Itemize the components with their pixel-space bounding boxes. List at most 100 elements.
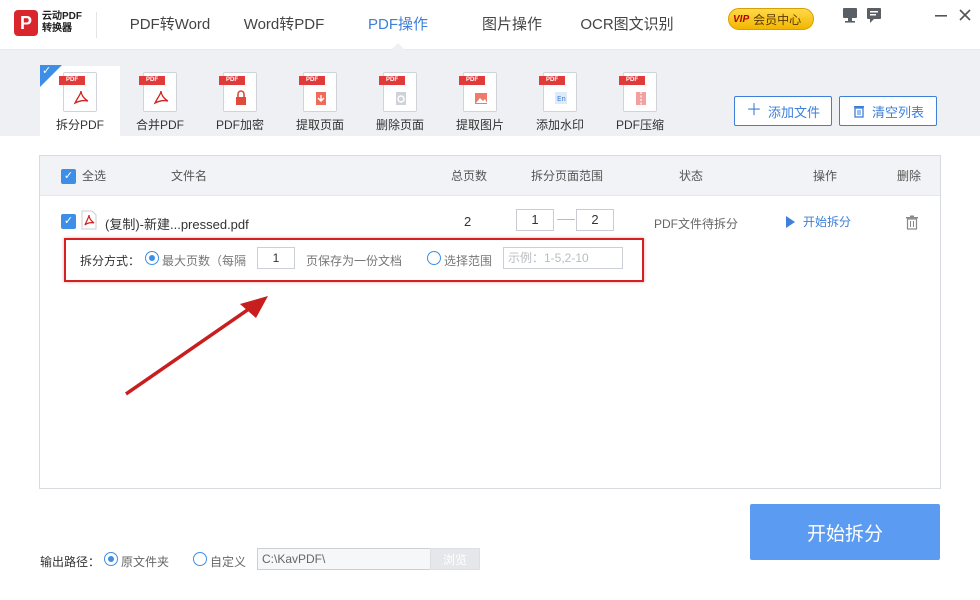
tab-pdf-to-word[interactable]: PDF转Word: [120, 0, 220, 50]
row-pages: 2: [464, 214, 472, 229]
table-header: ✓ 全选 文件名 总页数 拆分页面范围 状态 操作 删除: [40, 156, 940, 196]
pdf-tag: PDF: [619, 76, 645, 85]
pdf-tag: PDF: [59, 76, 85, 85]
watermark-icon: En: [555, 92, 567, 104]
tool-encrypt-pdf[interactable]: PDF PDF加密: [200, 66, 280, 138]
col-status: 状态: [679, 169, 704, 183]
split-pdf-icon: [73, 90, 89, 105]
logo-mark: P: [14, 10, 38, 36]
tab-word-to-pdf[interactable]: Word转PDF: [234, 0, 334, 50]
tool-label: PDF加密: [215, 118, 264, 132]
pdf-document-icon: PDF: [459, 72, 497, 112]
max-pages-label: 最大页数（每隔: [162, 254, 247, 268]
pdf-tag: PDF: [219, 76, 245, 85]
compress-pdf-icon: [636, 92, 646, 105]
tab-pdf-operations[interactable]: PDF操作: [348, 0, 448, 50]
col-filename: 文件名: [171, 169, 208, 183]
pdf-document-icon: PDF En: [539, 72, 577, 112]
select-all-label: 全选: [82, 169, 107, 183]
tab-image-operations[interactable]: 图片操作: [462, 0, 562, 50]
original-folder-label: 原文件夹: [121, 555, 170, 569]
merge-pdf-icon: [153, 90, 169, 105]
tool-label: 添加水印: [535, 118, 584, 132]
pdf-document-icon: PDF: [139, 72, 177, 112]
max-pages-suffix: 页保存为一份文档: [306, 254, 403, 268]
radio-custom-folder[interactable]: [193, 552, 207, 566]
tool-compress-pdf[interactable]: PDF PDF压缩: [600, 66, 680, 138]
tool-extract-image[interactable]: PDF 提取图片: [440, 66, 520, 138]
row-checkbox[interactable]: ✓: [61, 214, 76, 229]
start-split-button[interactable]: 开始拆分: [750, 504, 940, 560]
vip-badge: VIP: [733, 13, 750, 25]
trash-icon: [853, 106, 864, 118]
delete-row-icon[interactable]: [905, 215, 919, 230]
tool-label: 提取页面: [295, 118, 344, 132]
range-from-input[interactable]: 1: [516, 209, 554, 231]
pdf-document-icon: PDF: [379, 72, 417, 112]
message-icon[interactable]: [865, 6, 883, 24]
tool-label: 拆分PDF: [55, 118, 104, 132]
vip-center-button[interactable]: VIP 会员中心: [728, 8, 814, 30]
pdf-file-icon: [81, 210, 97, 230]
divider: [96, 12, 97, 38]
vip-center-label: 会员中心: [753, 12, 802, 27]
pdf-document-icon: PDF: [219, 72, 257, 112]
tool-merge-pdf[interactable]: PDF 合并PDF: [120, 66, 200, 138]
extract-page-icon: [316, 92, 326, 105]
tool-label: 提取图片: [455, 118, 504, 132]
col-action: 操作: [813, 169, 838, 183]
tool-watermark[interactable]: PDF En 添加水印: [520, 66, 600, 138]
pdf-document-icon: PDF: [619, 72, 657, 112]
select-range-label: 选择范围: [444, 254, 493, 268]
col-delete: 删除: [897, 169, 922, 183]
pdf-tag: PDF: [539, 76, 565, 85]
tool-extract-page[interactable]: PDF 提取页面: [280, 66, 360, 138]
plus-icon: ＋: [745, 102, 762, 119]
output-path-label: 输出路径：: [40, 555, 101, 569]
split-mode-label: 拆分方式：: [80, 254, 141, 268]
tab-ocr[interactable]: OCR图文识别: [572, 0, 682, 50]
pdf-document-icon: PDF: [59, 72, 97, 112]
col-range: 拆分页面范围: [531, 169, 604, 183]
encrypt-pdf-icon: [236, 90, 246, 105]
radio-select-range[interactable]: [427, 251, 441, 265]
row-filename: (复制)-新建...pressed.pdf: [105, 217, 249, 232]
top-bar: P 云动PDF 转换器 PDF转Word Word转PDF PDF操作 图片操作…: [0, 0, 980, 50]
output-path-input[interactable]: C:\KavPDF\: [257, 548, 431, 570]
range-input[interactable]: 示例：1-5,2-10: [503, 247, 623, 269]
row-status: PDF文件待拆分: [654, 217, 739, 231]
app-logo: P 云动PDF 转换器: [14, 10, 82, 36]
logo-line2: 转换器: [42, 23, 72, 34]
clear-list-button[interactable]: 清空列表: [839, 96, 937, 126]
pdf-tag: PDF: [459, 76, 485, 85]
close-icon[interactable]: [956, 6, 974, 24]
svg-text:En: En: [557, 95, 566, 103]
browse-button[interactable]: 浏览: [430, 548, 480, 570]
check-icon: ✓: [42, 65, 52, 77]
logo-line1: 云动PDF: [42, 11, 82, 22]
tool-label: 合并PDF: [135, 118, 184, 132]
feedback-monitor-icon[interactable]: [841, 6, 859, 24]
col-pages: 总页数: [451, 169, 488, 183]
pdf-document-icon: PDF: [299, 72, 337, 112]
annotation-arrow-icon: [125, 296, 268, 396]
play-icon: [786, 215, 795, 228]
add-file-button[interactable]: ＋ 添加文件: [734, 96, 832, 126]
range-to-input[interactable]: 2: [576, 209, 614, 231]
custom-folder-label: 自定义: [210, 555, 247, 569]
tool-label: PDF压缩: [615, 118, 664, 132]
pdf-tag: PDF: [299, 76, 325, 85]
radio-original-folder[interactable]: [104, 552, 118, 566]
delete-page-icon: [396, 92, 406, 105]
range-dash: [557, 219, 575, 220]
pdf-tag: PDF: [379, 76, 405, 85]
extract-image-icon: [475, 93, 487, 104]
minimize-icon[interactable]: [932, 6, 950, 24]
row-start-split-button[interactable]: 开始拆分: [786, 213, 851, 230]
tool-delete-page[interactable]: PDF 删除页面: [360, 66, 440, 138]
pdf-tag: PDF: [139, 76, 165, 85]
tool-label: 删除页面: [375, 118, 424, 132]
every-pages-input[interactable]: 1: [257, 247, 295, 269]
radio-max-pages[interactable]: [145, 251, 159, 265]
select-all-checkbox[interactable]: ✓: [61, 169, 76, 184]
